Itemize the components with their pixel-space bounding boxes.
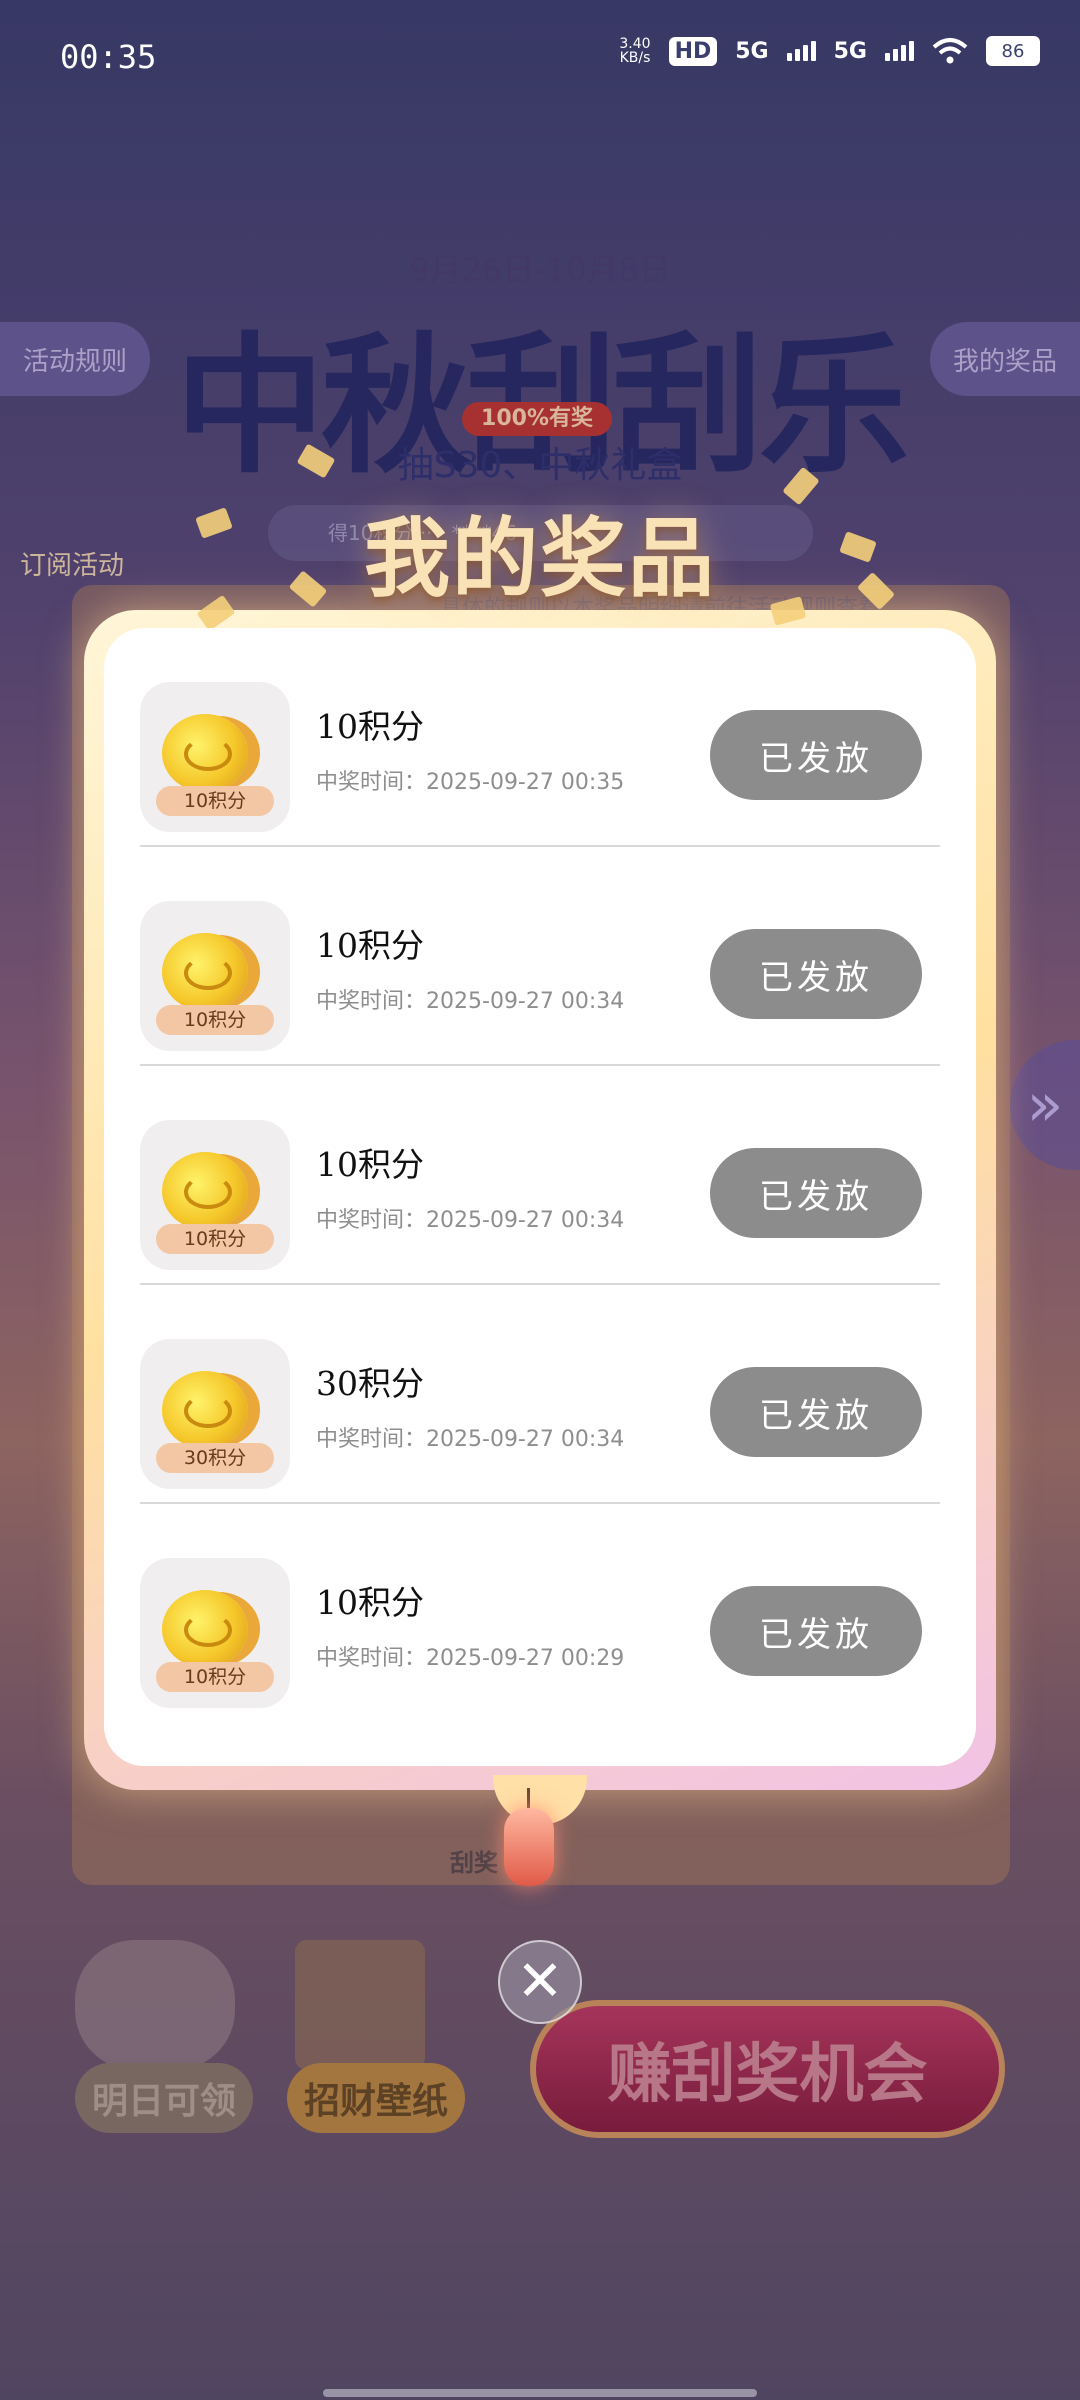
coin-face-icon xyxy=(184,1394,232,1428)
prize-name: 10积分 xyxy=(316,926,424,965)
thumb-label: 10积分 xyxy=(156,1662,274,1692)
prize-time: 中奖时间：2025-09-27 00:35 xyxy=(316,764,624,796)
prize-time: 中奖时间：2025-09-27 00:34 xyxy=(316,983,624,1015)
prize-time-value: 2025-09-27 00:34 xyxy=(426,1427,625,1452)
thumb-label: 10积分 xyxy=(156,1224,274,1254)
prize-time-prefix: 中奖时间： xyxy=(316,989,427,1014)
lantern-icon xyxy=(504,1808,554,1886)
coin-thumbnail: 10积分 xyxy=(140,1120,290,1270)
issued-status-button[interactable]: 已发放 xyxy=(710,1148,922,1238)
prize-time: 中奖时间：2025-09-27 00:34 xyxy=(316,1421,624,1453)
network-speed: 3.40 KB/s xyxy=(619,37,650,65)
signal-bars-icon-2 xyxy=(885,41,914,61)
coin-thumbnail: 10积分 xyxy=(140,1558,290,1708)
lantern-string xyxy=(527,1788,530,1810)
coin-face-icon xyxy=(184,956,232,990)
prize-time: 中奖时间：2025-09-27 00:34 xyxy=(316,1202,624,1234)
prize-row: 10积分 10积分 中奖时间：2025-09-27 00:34 已发放 xyxy=(140,1066,940,1285)
prize-time-prefix: 中奖时间： xyxy=(316,1427,427,1452)
signal-bars-icon xyxy=(786,41,816,61)
modal-title: 我的奖品 xyxy=(364,509,716,609)
coin-face-icon xyxy=(184,737,232,771)
prize-row: 30积分 30积分 中奖时间：2025-09-27 00:34 已发放 xyxy=(140,1285,940,1504)
prize-time-value: 2025-09-27 00:29 xyxy=(426,1646,625,1671)
network-speed-unit: KB/s xyxy=(619,50,651,66)
prize-row: 10积分 10积分 中奖时间：2025-09-27 00:35 已发放 xyxy=(140,628,940,847)
signal-5g-label: 5G xyxy=(735,38,769,64)
prize-time-value: 2025-09-27 00:34 xyxy=(426,1208,625,1233)
signal-5g-label-2: 5G xyxy=(833,38,867,64)
prize-time-prefix: 中奖时间： xyxy=(316,770,427,795)
prize-name: 10积分 xyxy=(316,1145,424,1184)
prize-name: 10积分 xyxy=(316,1583,424,1622)
coin-stack-thumbnail: 30积分 xyxy=(140,1339,290,1489)
prize-name: 10积分 xyxy=(316,707,424,746)
wifi-icon xyxy=(932,38,968,64)
prize-time-prefix: 中奖时间： xyxy=(316,1646,427,1671)
prize-time: 中奖时间：2025-09-27 00:29 xyxy=(316,1640,624,1672)
prize-name: 30积分 xyxy=(316,1364,424,1403)
prize-time-value: 2025-09-27 00:34 xyxy=(426,989,625,1014)
issued-status-button[interactable]: 已发放 xyxy=(710,1367,922,1457)
status-time: 00:35 xyxy=(60,38,157,76)
coin-face-icon xyxy=(184,1613,232,1647)
prize-time-prefix: 中奖时间： xyxy=(316,1208,427,1233)
thumb-label: 10积分 xyxy=(156,786,274,816)
prize-list[interactable]: 10积分 10积分 中奖时间：2025-09-27 00:35 已发放 10积分… xyxy=(104,628,976,1766)
issued-status-button[interactable]: 已发放 xyxy=(710,929,922,1019)
issued-status-button[interactable]: 已发放 xyxy=(710,1586,922,1676)
issued-status-button[interactable]: 已发放 xyxy=(710,710,922,800)
thumb-label: 30积分 xyxy=(156,1443,274,1473)
hd-icon: HD xyxy=(668,36,718,66)
coin-thumbnail: 10积分 xyxy=(140,682,290,832)
network-speed-value: 3.40 xyxy=(619,36,651,52)
prize-row: 10积分 10积分 中奖时间：2025-09-27 00:29 已发放 xyxy=(140,1504,940,1723)
battery-icon: 86 xyxy=(986,36,1040,66)
thumb-label: 10积分 xyxy=(156,1005,274,1035)
prize-time-value: 2025-09-27 00:35 xyxy=(426,770,625,795)
coin-face-icon xyxy=(184,1175,232,1209)
home-indicator[interactable] xyxy=(323,2389,757,2397)
status-bar: 00:35 3.40 KB/s HD 5G 5G 86 xyxy=(0,0,1080,110)
prize-row: 10积分 10积分 中奖时间：2025-09-27 00:34 已发放 xyxy=(140,847,940,1066)
coin-thumbnail: 10积分 xyxy=(140,901,290,1051)
close-icon[interactable]: ✕ xyxy=(498,1940,582,2024)
